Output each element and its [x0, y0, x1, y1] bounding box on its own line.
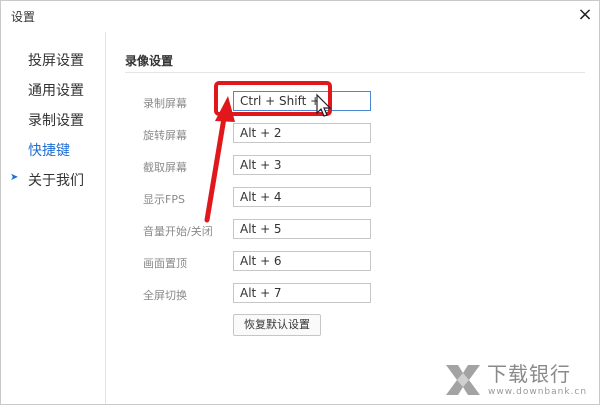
section-title: 录像设置	[125, 54, 174, 68]
active-arrow-icon: ➤	[10, 172, 19, 183]
shortcut-input-rotate-screen[interactable]: Alt + 2	[233, 123, 371, 143]
shortcut-settings-panel: 录像设置 录制屏幕 Ctrl + Shift + 旋转屏幕 Alt + 2 截取…	[106, 32, 599, 404]
sidebar-item-general-settings[interactable]: 通用设置	[28, 80, 84, 100]
titlebar: 设置 ×	[1, 1, 599, 31]
watermark-logo-icon	[446, 365, 480, 395]
shortcut-label-show-fps: 显示FPS	[143, 193, 185, 206]
sidebar-item-record-settings[interactable]: 录制设置	[28, 110, 84, 130]
sidebar: ➤ 投屏设置 通用设置 录制设置 快捷键 关于我们	[1, 32, 106, 404]
shortcut-label-capture-screen: 截取屏幕	[143, 161, 187, 174]
watermark-text: 下载银行	[487, 362, 571, 386]
shortcut-input-show-fps[interactable]: Alt + 4	[233, 187, 371, 207]
reset-defaults-button[interactable]: 恢复默认设置	[233, 314, 321, 336]
shortcut-label-volume-toggle: 音量开始/关闭	[143, 225, 213, 238]
shortcut-label-record-screen: 录制屏幕	[143, 97, 187, 110]
watermark-url: www.downbank.cn	[488, 387, 588, 397]
settings-window: 设置 × ➤ 投屏设置 通用设置 录制设置 快捷键 关于我们 录像设置 录制屏幕…	[0, 0, 600, 405]
watermark: 下载银行 www.downbank.cn	[440, 357, 598, 403]
close-icon[interactable]: ×	[575, 4, 595, 26]
sidebar-item-about-us[interactable]: 关于我们	[28, 170, 84, 190]
window-title: 设置	[11, 10, 36, 24]
shortcut-input-fullscreen[interactable]: Alt + 7	[233, 283, 371, 303]
shortcut-label-pin-on-top: 画面置顶	[143, 257, 187, 270]
section-divider	[125, 72, 585, 73]
annotation-highlight-box	[214, 81, 332, 116]
shortcut-label-fullscreen: 全屏切换	[143, 289, 187, 302]
shortcut-input-pin-on-top[interactable]: Alt + 6	[233, 251, 371, 271]
shortcut-input-capture-screen[interactable]: Alt + 3	[233, 155, 371, 175]
shortcut-input-volume-toggle[interactable]: Alt + 5	[233, 219, 371, 239]
shortcut-label-rotate-screen: 旋转屏幕	[143, 129, 187, 142]
sidebar-item-cast-settings[interactable]: 投屏设置	[28, 50, 84, 70]
sidebar-item-shortcuts[interactable]: 快捷键	[28, 140, 70, 160]
